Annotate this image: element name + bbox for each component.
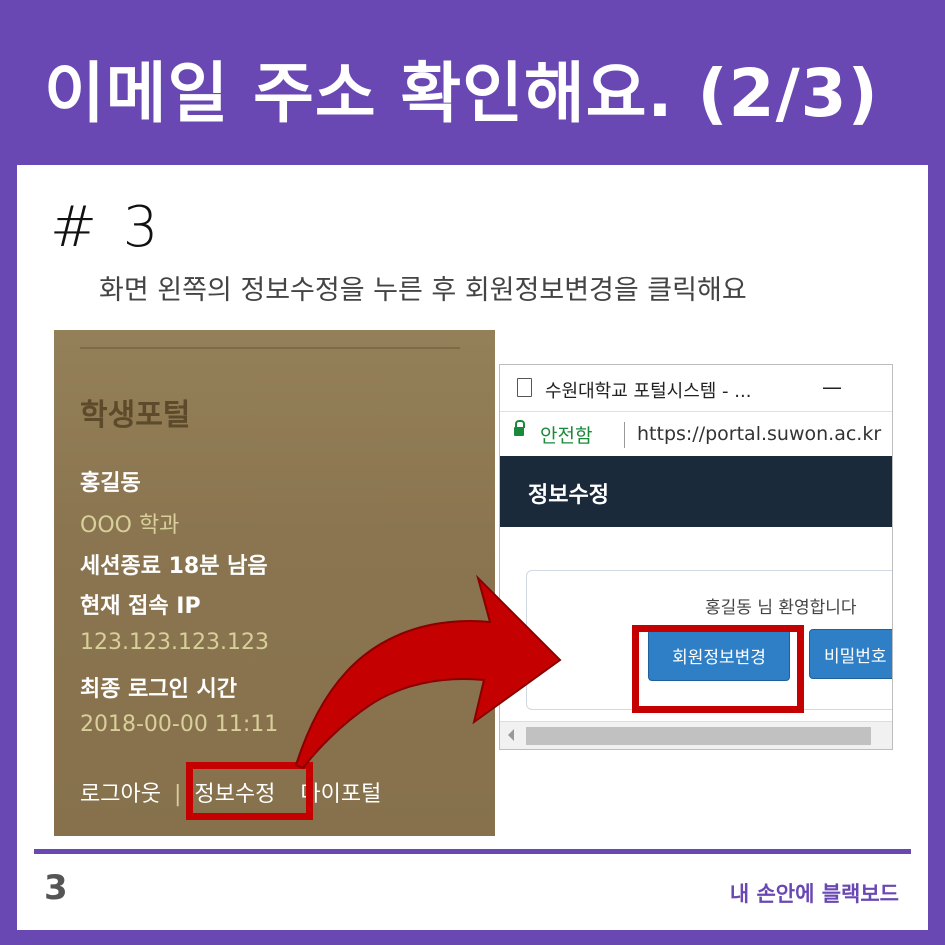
brand-name: 내 손안에 블랙보드 [729,882,899,906]
session-remaining: 세션종료 18분 남음 [80,554,268,579]
student-portal-panel: 학생포털 홍길동 OOO 학과 세션종료 18분 남음 현재 접속 IP 123… [54,330,495,836]
user-department: OOO 학과 [80,513,180,538]
current-ip-label: 현재 접속 IP [80,594,201,619]
scroll-left-arrow-icon[interactable] [508,729,514,741]
current-ip-value: 123.123.123.123 [80,630,269,655]
panel-title: 학생포털 [80,398,191,433]
scrollbar-thumb[interactable] [526,727,871,745]
panel-divider [80,347,460,349]
page-number: 3 [44,868,68,908]
address-separator [624,422,625,448]
page-title: 이메일 주소 확인해요. (2/3) [44,55,879,132]
logout-link[interactable]: 로그아웃 [80,782,161,807]
page-document-icon [517,378,532,397]
user-name: 홍길동 [80,471,141,496]
last-login-value: 2018-00-00 11:11 [80,712,279,737]
url-text[interactable]: https://portal.suwon.ac.kr [637,423,881,445]
minimize-button[interactable]: — [822,375,842,399]
last-login-label: 최종 로그인 시간 [80,677,237,702]
portal-page-title: 정보수정 [528,483,609,508]
password-change-button[interactable]: 비밀번호 [809,629,892,679]
secure-label: 안전함 [540,425,593,447]
edit-info-highlight [186,762,313,820]
header-banner: 이메일 주소 확인해요. (2/3) [0,0,945,165]
browser-tab-title[interactable]: 수원대학교 포털시스템 - ... [545,377,751,403]
lock-icon [514,420,525,436]
welcome-text: 홍길동 님 환영합니다 [705,598,857,618]
address-bar[interactable]: 안전함 https://portal.suwon.ac.kr [500,412,892,456]
link-divider: | [173,782,182,807]
horizontal-scrollbar[interactable] [500,721,892,749]
step-number: # 3 [50,195,163,260]
member-change-highlight [632,625,804,713]
footer-divider [34,849,911,854]
browser-tab-bar: 수원대학교 포털시스템 - ... — [500,365,892,412]
step-description: 화면 왼쪽의 정보수정을 누른 후 회원정보변경을 클릭해요 [99,275,747,306]
portal-navbar: 정보수정 [500,456,892,527]
